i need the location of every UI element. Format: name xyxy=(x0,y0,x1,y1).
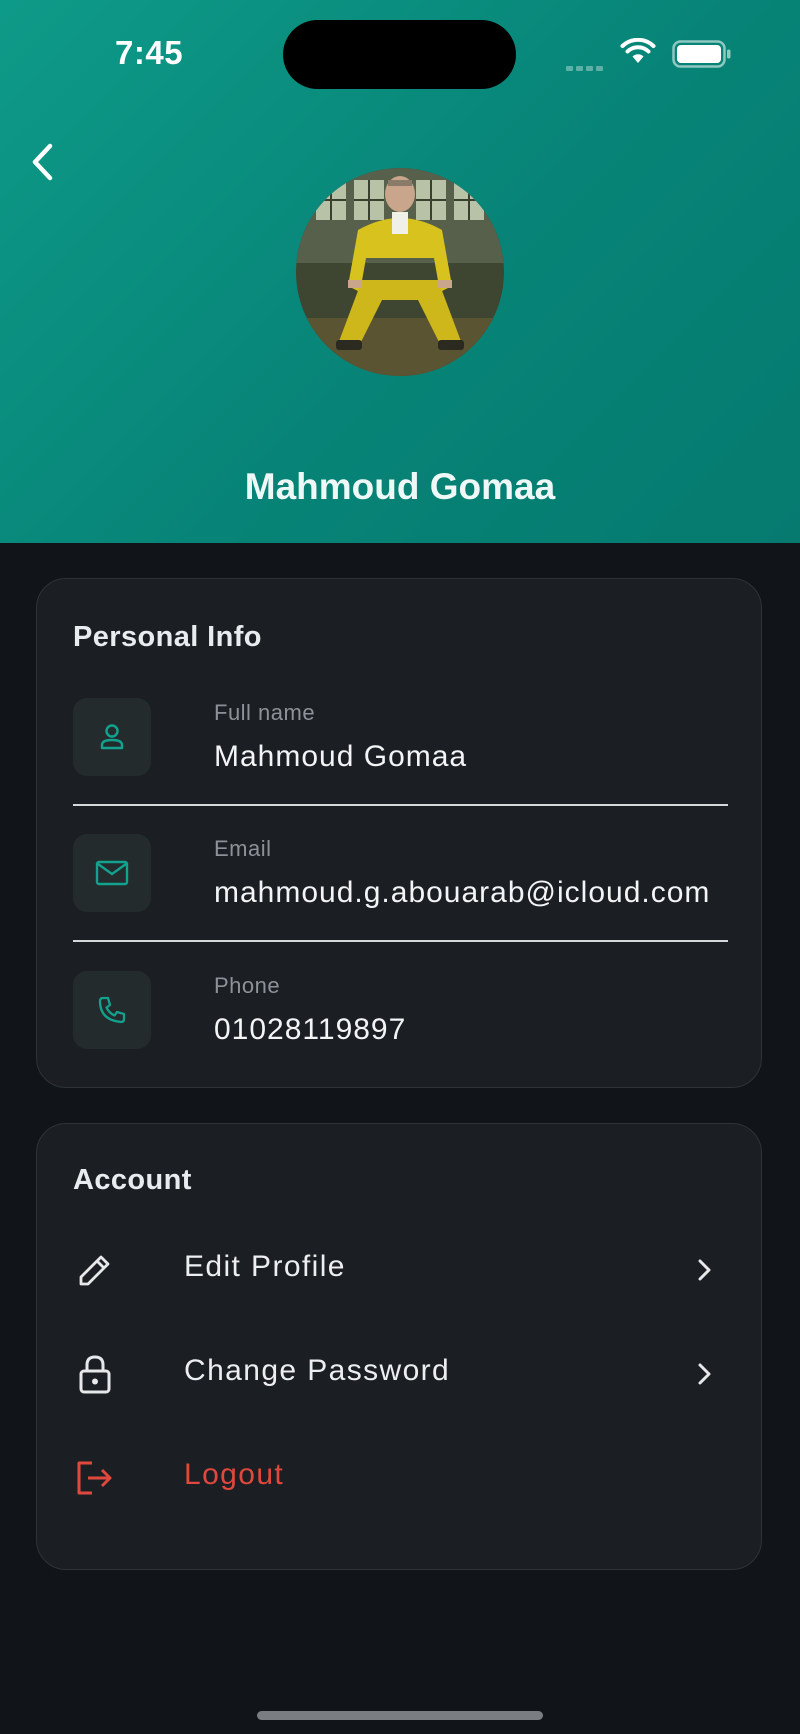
email-label: Email xyxy=(214,836,272,861)
edit-profile-button[interactable]: Edit Profile xyxy=(73,1222,728,1318)
edit-profile-label: Edit Profile xyxy=(184,1250,346,1283)
status-time: 7:45 xyxy=(115,34,184,71)
account-card: Account Edit Profile Change Password Log… xyxy=(36,1123,762,1570)
battery-icon xyxy=(672,40,731,68)
full-name-label: Full name xyxy=(214,700,316,725)
chevron-left-icon xyxy=(32,143,53,181)
phone-value: 01028119897 xyxy=(214,1013,407,1046)
phone-icon xyxy=(73,971,151,1049)
full-name-row: Full name Mahmoud Gomaa xyxy=(73,678,728,814)
divider xyxy=(73,940,728,942)
back-button[interactable] xyxy=(22,138,62,186)
full-name-value: Mahmoud Gomaa xyxy=(214,740,468,773)
logout-label: Logout xyxy=(184,1458,285,1491)
avatar xyxy=(296,168,504,376)
account-title: Account xyxy=(73,1164,192,1196)
pencil-icon xyxy=(73,1242,117,1298)
logout-button[interactable]: Logout xyxy=(73,1430,728,1526)
email-value: mahmoud.g.abouarab@icloud.com xyxy=(214,876,711,909)
email-row: Email mahmoud.g.abouarab@icloud.com xyxy=(73,814,728,950)
dynamic-island xyxy=(283,20,516,89)
profile-name: Mahmoud Gomaa xyxy=(244,466,556,507)
phone-label: Phone xyxy=(214,973,281,998)
personal-info-title: Personal Info xyxy=(73,621,262,653)
lock-icon xyxy=(73,1346,117,1402)
chevron-right-icon xyxy=(690,1254,720,1286)
chevron-right-icon xyxy=(690,1358,720,1390)
profile-header: 7:45 Mahmoud Gomaa xyxy=(0,0,800,543)
personal-info-card: Personal Info Full name Mahmoud Gomaa Em… xyxy=(36,578,762,1088)
logout-icon xyxy=(73,1450,117,1506)
person-icon xyxy=(73,698,151,776)
wifi-icon xyxy=(620,38,656,63)
divider xyxy=(73,804,728,806)
mail-icon xyxy=(73,834,151,912)
cellular-signal-icon xyxy=(566,58,606,76)
change-password-label: Change Password xyxy=(184,1354,451,1387)
phone-row: Phone 01028119897 xyxy=(73,951,728,1087)
home-indicator[interactable] xyxy=(257,1711,543,1720)
change-password-button[interactable]: Change Password xyxy=(73,1326,728,1422)
